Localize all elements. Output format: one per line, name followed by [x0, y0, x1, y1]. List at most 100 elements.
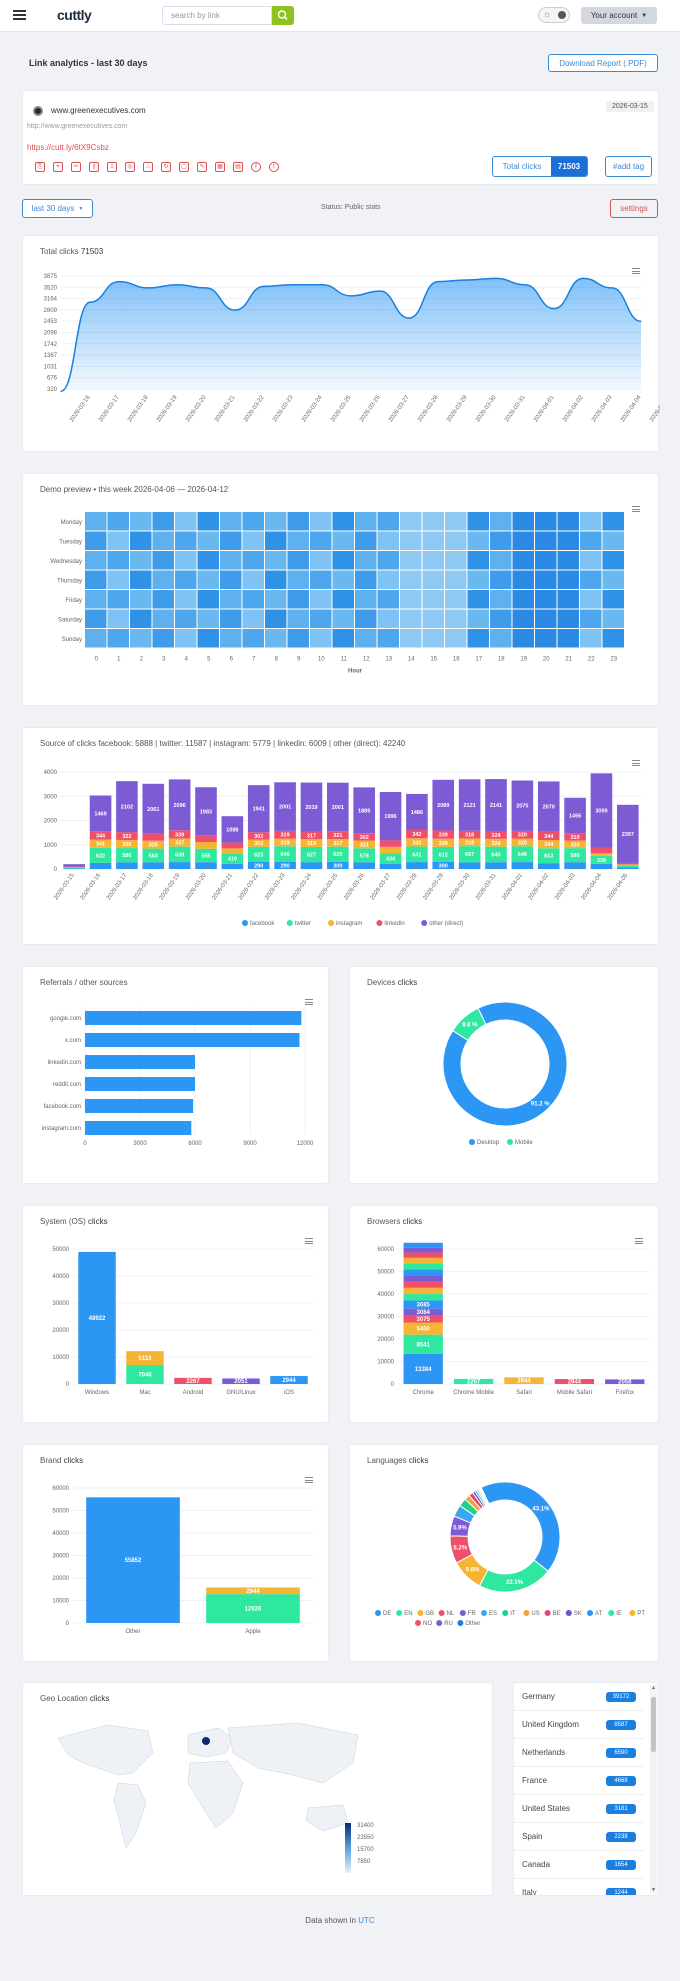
country-row[interactable]: Germany 39172 [514, 1683, 644, 1711]
target-icon[interactable]: ◎ [125, 162, 135, 172]
country-row[interactable]: United States 3181 [514, 1795, 644, 1823]
x-tick-label: 2026-03-18 [132, 872, 155, 901]
tag-icon[interactable]: ⌂ [143, 162, 153, 172]
legend-label: instagram [336, 921, 362, 927]
scissors-icon[interactable]: ✂ [71, 162, 81, 172]
data-label: 3059 [595, 808, 607, 814]
pin-icon[interactable]: ⌖ [53, 162, 63, 172]
copy-icon[interactable]: ⎘ [35, 162, 45, 172]
trash-icon[interactable]: ▤ [233, 162, 243, 172]
twitter-icon[interactable]: t [269, 162, 279, 172]
heatmap-cell [287, 512, 309, 531]
search-button[interactable] [272, 6, 294, 25]
search-input[interactable]: search by link [162, 6, 272, 25]
long-url[interactable]: http://www.greenexecutives.com [27, 123, 127, 130]
data-label: 319 [280, 833, 289, 839]
settings-button[interactable]: settings [610, 199, 658, 218]
scroll-up-icon[interactable]: ▲ [651, 1685, 656, 1691]
os-card: System (OS) clicks 50000 40000 30000 20000 1… [22, 1205, 329, 1423]
add-tag-button[interactable]: #add tag [605, 156, 652, 177]
x-tick-label: Mac [139, 1390, 150, 1396]
heatmap-cell [175, 551, 197, 570]
heatmap-cell [85, 590, 107, 609]
data-label: 317 [333, 841, 342, 847]
heatmap-cell [85, 512, 107, 531]
legend-marker [438, 1610, 445, 1616]
data-label: 344 [96, 833, 106, 839]
qr-code-icon[interactable]: ▦ [215, 162, 225, 172]
heatmap-cell [355, 512, 377, 531]
frame-icon[interactable]: ▢ [179, 162, 189, 172]
account-button[interactable]: Your account ▼ [581, 7, 657, 24]
bar-segment [403, 1247, 443, 1253]
data-point [553, 307, 555, 310]
heatmap-cell [557, 629, 579, 648]
bar-segment [221, 842, 244, 849]
favicon-icon [33, 106, 43, 116]
y-tick-label: reddit.com [53, 1082, 81, 1088]
legend-label: DE [383, 1611, 391, 1617]
heatmap-cell [197, 590, 219, 609]
heatmap-cell [512, 551, 534, 570]
country-row[interactable]: Netherlands 6590 [514, 1739, 644, 1767]
footer-note: Data shown in UTC [0, 1916, 680, 1925]
data-label: 3084 [417, 1310, 431, 1316]
x-tick-label: 16 [453, 657, 460, 663]
bar-segment [590, 853, 613, 856]
date-range-label: last 30 days [31, 204, 75, 213]
edit-icon[interactable]: ✎ [197, 162, 207, 172]
timezone-link[interactable]: UTC [358, 1916, 374, 1925]
scroll-down-icon[interactable]: ▼ [651, 1887, 656, 1893]
hamburger-menu-icon[interactable] [13, 10, 26, 20]
date-range-dropdown[interactable]: last 30 days ▼ [22, 199, 93, 218]
country-row[interactable]: United Kingdom 8587 [514, 1711, 644, 1739]
country-list[interactable]: Germany 39172 United Kingdom 8587 Netherland… [513, 1682, 659, 1896]
heatmap-cell [310, 609, 332, 628]
heatmap-cell [175, 629, 197, 648]
heatmap-cell [197, 629, 219, 648]
heatmap-cell [512, 531, 534, 550]
legend-label: twitter [295, 921, 311, 927]
data-point [582, 277, 584, 279]
heatmap-cell [377, 609, 399, 628]
country-row[interactable]: France 4668 [514, 1767, 644, 1795]
theme-toggle[interactable]: ☼ [538, 7, 570, 23]
x-tick-label: 21 [565, 657, 572, 663]
x-tick-label: 1 [117, 657, 121, 663]
data-point [176, 284, 178, 286]
heatmap-cell [130, 531, 152, 550]
data-point [495, 277, 497, 279]
refresh-icon[interactable]: ↻ [161, 162, 171, 172]
bar-segment [537, 863, 560, 869]
status-label: Status: [321, 204, 343, 211]
heatmap-cell [422, 629, 444, 648]
download-report-button[interactable]: Download Report (.PDF) [548, 54, 658, 72]
short-url[interactable]: https://cutt.ly/6tX9Csbz [27, 143, 109, 152]
country-row[interactable]: Italy 1244 [514, 1879, 644, 1895]
country-row[interactable]: Canada 1654 [514, 1851, 644, 1879]
data-label: 337 [175, 841, 184, 847]
heatmap-cell [220, 609, 242, 628]
x-tick-label: Windows [85, 1390, 109, 1396]
legend-label: Other [465, 1621, 480, 1627]
scrollbar[interactable]: ▲ ▼ [650, 1685, 657, 1893]
x-tick-label: 22 [588, 657, 595, 663]
data-label: 12826 [245, 1607, 262, 1613]
heatmap-cell [377, 570, 399, 589]
x-tick-label: 2026-03-19 [156, 394, 179, 423]
logo[interactable]: cuttly [57, 7, 92, 23]
footer-text: Data shown in [305, 1916, 356, 1925]
y-tick-label: 20000 [52, 1576, 69, 1582]
heatmap-cell [490, 629, 512, 648]
world-map[interactable] [38, 1713, 378, 1863]
x-tick-label: 12000 [297, 1141, 314, 1147]
x-tick-label: 6000 [188, 1141, 202, 1147]
share-icon[interactable]: ⇪ [107, 162, 117, 172]
key-icon[interactable]: ⚷ [89, 162, 99, 172]
data-point [234, 309, 236, 311]
scrollbar-thumb[interactable] [651, 1697, 656, 1752]
heatmap-cell [355, 551, 377, 570]
country-row[interactable]: Spain 2238 [514, 1823, 644, 1851]
facebook-icon[interactable]: f [251, 162, 261, 172]
x-tick-label: 2026-03-29 [446, 394, 469, 423]
